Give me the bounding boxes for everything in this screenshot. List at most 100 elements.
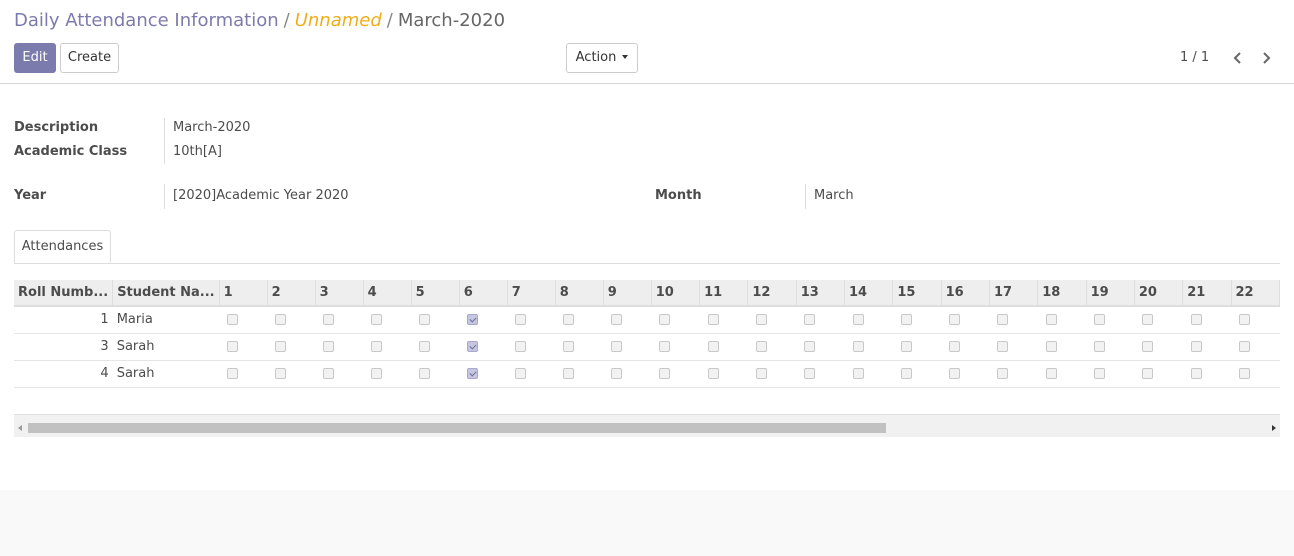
checkbox[interactable] <box>949 341 961 352</box>
year-value[interactable]: [2020]Academic Year 2020 <box>173 188 349 203</box>
checkbox[interactable] <box>227 368 239 379</box>
checkbox[interactable] <box>659 341 671 352</box>
checkbox[interactable] <box>1142 314 1154 326</box>
checkbox[interactable] <box>227 314 239 326</box>
column-header-day[interactable]: 22 <box>1231 280 1280 307</box>
checkbox[interactable] <box>371 341 383 352</box>
checkbox[interactable] <box>1190 314 1202 326</box>
column-header-day[interactable]: 15 <box>892 280 942 307</box>
checkbox[interactable] <box>563 368 575 379</box>
column-header-day[interactable]: 12 <box>747 280 797 307</box>
table-row[interactable]: 4 Sarah <box>14 360 1280 388</box>
checkbox[interactable] <box>227 341 239 352</box>
checkbox[interactable] <box>852 314 864 326</box>
pager-next-button[interactable] <box>1258 49 1274 67</box>
column-header-day[interactable]: 14 <box>844 280 894 307</box>
checkbox[interactable] <box>419 368 431 379</box>
breadcrumb-root[interactable]: Daily Attendance Information <box>14 10 279 31</box>
checkbox[interactable] <box>997 314 1009 326</box>
column-header-day[interactable]: 13 <box>796 280 846 307</box>
column-header-day[interactable]: 17 <box>989 280 1039 307</box>
column-header-day[interactable]: 16 <box>941 280 990 307</box>
checkbox[interactable] <box>1239 368 1250 379</box>
checkbox[interactable] <box>1045 341 1057 352</box>
checkbox[interactable] <box>419 314 431 326</box>
table-row[interactable]: 3 Sarah <box>14 333 1280 361</box>
checkbox[interactable] <box>755 341 767 352</box>
table-row[interactable]: 1 Maria <box>14 306 1280 334</box>
column-header-day[interactable]: 3 <box>315 280 364 307</box>
column-header-day[interactable]: 1 <box>219 280 268 307</box>
breadcrumb-unnamed[interactable]: Unnamed <box>295 10 382 31</box>
checkbox[interactable] <box>900 314 912 326</box>
column-header-day[interactable]: 11 <box>699 280 749 307</box>
scrollbar-thumb[interactable] <box>28 423 886 433</box>
checkbox[interactable] <box>371 368 383 379</box>
checkbox[interactable] <box>275 314 287 326</box>
column-header-roll-number[interactable]: Roll Numb... <box>14 280 114 307</box>
checkbox[interactable] <box>900 341 912 352</box>
action-dropdown-button[interactable]: Action <box>566 43 638 73</box>
checkbox[interactable] <box>515 341 527 352</box>
column-header-student-name[interactable]: Student Na... <box>112 280 220 307</box>
pager-previous-button[interactable] <box>1230 49 1246 67</box>
checkbox[interactable] <box>707 341 719 352</box>
checkbox[interactable] <box>997 368 1009 379</box>
checkbox[interactable] <box>804 314 816 326</box>
checkbox[interactable] <box>1045 368 1057 379</box>
checkbox[interactable] <box>804 368 816 379</box>
create-button[interactable]: Create <box>60 43 119 73</box>
checkbox[interactable] <box>515 368 527 379</box>
checkbox-checked[interactable] <box>467 341 479 352</box>
checkbox[interactable] <box>275 368 287 379</box>
column-header-day[interactable]: 10 <box>651 280 701 307</box>
tab-attendances[interactable]: Attendances <box>14 230 111 263</box>
checkbox-checked[interactable] <box>467 314 479 326</box>
checkbox[interactable] <box>804 341 816 352</box>
column-header-day[interactable]: 8 <box>555 280 604 307</box>
checkbox[interactable] <box>1190 341 1202 352</box>
column-header-day[interactable]: 2 <box>267 280 316 307</box>
checkbox[interactable] <box>1239 314 1250 326</box>
checkbox[interactable] <box>949 314 961 326</box>
checkbox[interactable] <box>323 341 335 352</box>
column-header-day[interactable]: 4 <box>363 280 412 307</box>
checkbox[interactable] <box>371 314 383 326</box>
checkbox[interactable] <box>323 314 335 326</box>
checkbox[interactable] <box>852 368 864 379</box>
scroll-left-icon[interactable] <box>18 425 22 431</box>
checkbox[interactable] <box>755 368 767 379</box>
horizontal-scrollbar[interactable] <box>14 414 1280 437</box>
checkbox[interactable] <box>419 341 431 352</box>
column-header-day[interactable]: 7 <box>507 280 556 307</box>
checkbox[interactable] <box>1094 341 1106 352</box>
checkbox[interactable] <box>707 314 719 326</box>
checkbox[interactable] <box>275 341 287 352</box>
column-header-day[interactable]: 6 <box>459 280 508 307</box>
checkbox[interactable] <box>515 314 527 326</box>
checkbox[interactable] <box>323 368 335 379</box>
checkbox[interactable] <box>1094 314 1106 326</box>
checkbox[interactable] <box>1142 341 1154 352</box>
checkbox[interactable] <box>1142 368 1154 379</box>
checkbox[interactable] <box>563 314 575 326</box>
checkbox[interactable] <box>852 341 864 352</box>
column-header-day[interactable]: 9 <box>603 280 652 307</box>
column-header-day[interactable]: 18 <box>1037 280 1087 307</box>
scroll-right-icon[interactable] <box>1272 425 1276 431</box>
checkbox[interactable] <box>900 368 912 379</box>
checkbox[interactable] <box>949 368 961 379</box>
column-header-day[interactable]: 19 <box>1086 280 1135 307</box>
checkbox[interactable] <box>1094 368 1106 379</box>
checkbox[interactable] <box>1239 341 1250 352</box>
checkbox[interactable] <box>611 341 623 352</box>
checkbox[interactable] <box>707 368 719 379</box>
academic-class-value[interactable]: 10th[A] <box>173 144 222 159</box>
checkbox-checked[interactable] <box>467 368 479 379</box>
checkbox[interactable] <box>611 368 623 379</box>
checkbox[interactable] <box>611 314 623 326</box>
edit-button[interactable]: Edit <box>14 43 56 73</box>
checkbox[interactable] <box>1190 368 1202 379</box>
column-header-day[interactable]: 21 <box>1182 280 1232 307</box>
checkbox[interactable] <box>563 341 575 352</box>
